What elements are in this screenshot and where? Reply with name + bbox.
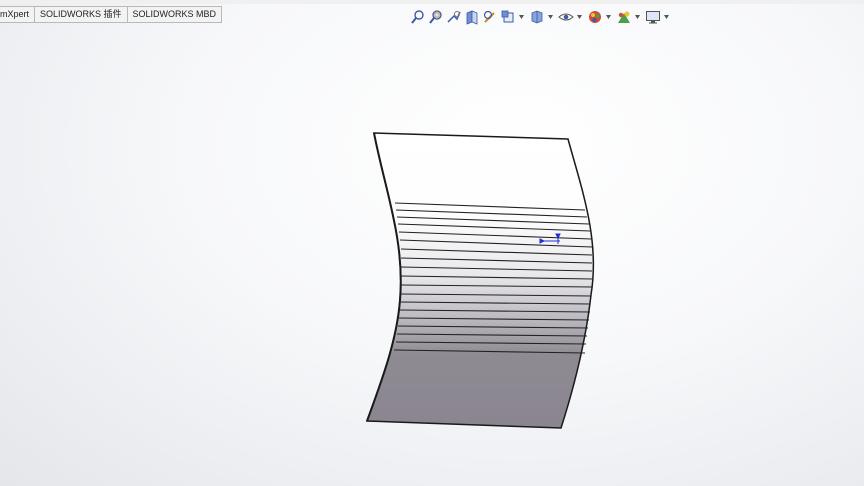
graphics-area[interactable]: mXpert SOLIDWORKS 插件 SOLIDWORKS MBD	[0, 0, 864, 486]
model-view	[365, 132, 595, 429]
